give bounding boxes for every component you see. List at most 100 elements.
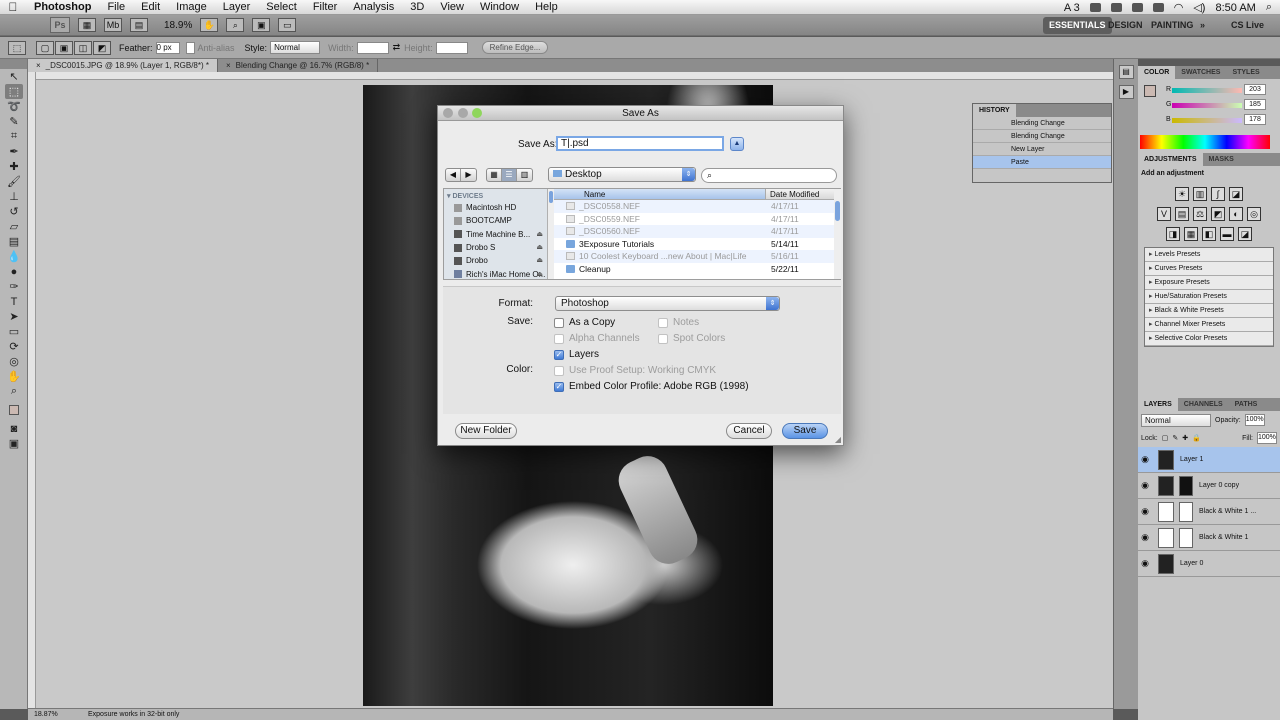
dodge-icon[interactable]: ● [5, 264, 23, 279]
width-input[interactable] [356, 41, 389, 54]
refine-edge-button[interactable]: Refine Edge... [481, 41, 549, 54]
preset-item[interactable]: Black & White Presets [1145, 304, 1273, 318]
vertical-ruler[interactable] [28, 72, 36, 708]
spot-healing-icon[interactable]: ✚ [5, 159, 23, 174]
b-slider[interactable] [1172, 118, 1242, 123]
r-slider[interactable] [1172, 88, 1242, 93]
preset-item[interactable]: Exposure Presets [1145, 276, 1273, 290]
adobe-tray-text[interactable]: A 3 [1064, 2, 1080, 14]
list-item[interactable]: _DSC0558.NEF 4/17/11 [554, 200, 841, 213]
menu-file[interactable]: File [99, 1, 133, 13]
eye-icon[interactable]: ◉ [1138, 454, 1152, 465]
as-copy-checkbox[interactable]: As a Copy [554, 317, 615, 328]
menu-edit[interactable]: Edit [133, 1, 168, 13]
menu-analysis[interactable]: Analysis [345, 1, 402, 13]
status-zoom[interactable]: 18.87% [28, 709, 68, 720]
quick-mask-icon[interactable]: ◙ [5, 421, 23, 436]
rectangular-marquee-icon[interactable]: ⬚ [5, 84, 23, 99]
workspace-painting[interactable]: PAINTING [1145, 17, 1199, 34]
opacity-input[interactable]: 100% [1244, 414, 1265, 426]
subtract-selection-icon[interactable]: ◫ [74, 40, 92, 55]
lock-transparent-icon[interactable]: ▢ [1162, 434, 1169, 442]
menu-layer[interactable]: Layer [215, 1, 259, 13]
channel-mixer-icon[interactable]: ◎ [1247, 207, 1261, 221]
screen-mode-icon[interactable]: ▭ [278, 18, 297, 32]
black-white-icon[interactable]: ◩ [1211, 207, 1225, 221]
path-selection-icon[interactable]: ➤ [5, 309, 23, 324]
tab-channels[interactable]: CHANNELS [1178, 398, 1229, 411]
mini-bridge-icon[interactable]: Mb [104, 18, 122, 32]
layer-row[interactable]: ◉ Layer 0 [1138, 551, 1280, 577]
color-swatches-icon[interactable] [5, 399, 23, 421]
tab-layers[interactable]: LAYERS [1138, 398, 1178, 411]
levels-icon[interactable]: ▥ [1193, 187, 1207, 201]
hue-saturation-icon[interactable]: ▤ [1175, 207, 1189, 221]
menu-3d[interactable]: 3D [402, 1, 432, 13]
lasso-icon[interactable]: ➰ [5, 99, 23, 114]
tray-icon[interactable] [1131, 3, 1143, 12]
sidebar-item-device[interactable]: BOOTCAMP [444, 214, 547, 227]
history-state[interactable]: Blending Change [973, 130, 1111, 143]
shape-icon[interactable]: ▭ [5, 324, 23, 339]
menu-view[interactable]: View [432, 1, 472, 13]
layer-mask-thumbnail[interactable] [1179, 501, 1193, 522]
eject-icon[interactable]: ⏏ [536, 268, 543, 279]
history-state[interactable]: Blending Change [973, 117, 1111, 130]
menu-photoshop[interactable]: Photoshop [26, 1, 99, 13]
apple-menu-icon[interactable]:  [0, 0, 26, 14]
r-value[interactable]: 203 [1244, 84, 1266, 95]
eye-icon[interactable]: ◉ [1138, 480, 1152, 491]
workspace-design[interactable]: DESIGN [1102, 17, 1149, 34]
cancel-button[interactable]: Cancel [726, 423, 772, 439]
invert-icon[interactable]: ◨ [1166, 227, 1180, 241]
volume-icon[interactable]: ◁) [1193, 1, 1205, 14]
spotlight-icon[interactable]: ⌕ [1266, 1, 1272, 14]
layer-row[interactable]: ◉ Black & White 1 ... [1138, 499, 1280, 525]
tab-swatches[interactable]: SWATCHES [1175, 66, 1226, 79]
lock-image-icon[interactable]: ✎ [1172, 434, 1178, 442]
tab-color[interactable]: COLOR [1138, 66, 1176, 79]
zoom-window-icon[interactable] [472, 108, 482, 118]
menu-filter[interactable]: Filter [305, 1, 345, 13]
zoom-level[interactable]: 18.9% [164, 20, 192, 31]
menu-help[interactable]: Help [527, 1, 566, 13]
sidebar-item-device[interactable]: Time Machine B... ⏏ [444, 228, 547, 241]
sidebar-item-device[interactable]: Rich's iMac Home O... ⏏ [444, 267, 547, 279]
vibrance-icon[interactable]: V [1157, 207, 1171, 221]
sidebar-item-device[interactable]: Drobo ⏏ [444, 254, 547, 267]
minimize-window-icon[interactable] [458, 108, 468, 118]
column-view-icon[interactable]: ▥ [517, 169, 532, 181]
exposure-icon[interactable]: ◪ [1229, 187, 1243, 201]
launch-bridge-icon[interactable]: ▦ [78, 18, 96, 32]
history-state[interactable]: Paste [973, 156, 1111, 169]
history-panel-icon[interactable]: ▤ [1118, 65, 1134, 79]
checkbox-box[interactable] [554, 317, 564, 328]
wifi-icon[interactable]: ◠ [1174, 1, 1184, 14]
icon-view-icon[interactable]: ▦ [487, 169, 502, 181]
eyedropper-icon[interactable]: ✒ [5, 144, 23, 159]
preset-item[interactable]: Selective Color Presets [1145, 332, 1273, 346]
tray-icon[interactable] [1152, 3, 1164, 12]
layer-mask-thumbnail[interactable] [1179, 527, 1193, 548]
eject-icon[interactable]: ⏏ [536, 241, 543, 254]
list-item[interactable]: _DSC0559.NEF 4/17/11 [554, 213, 841, 226]
intersect-selection-icon[interactable]: ◩ [93, 40, 111, 55]
screen-mode-icon[interactable]: ▣ [5, 436, 23, 451]
3d-rotate-icon[interactable]: ⟳ [5, 339, 23, 354]
posterize-icon[interactable]: ▦ [1184, 227, 1198, 241]
tab-blending-change[interactable]: × Blending Change @ 16.7% (RGB/8) * [218, 59, 379, 72]
sidebar-item-device[interactable]: Drobo S ⏏ [444, 241, 547, 254]
menu-select[interactable]: Select [258, 1, 305, 13]
color-balance-icon[interactable]: ⚖ [1193, 207, 1207, 221]
close-tab-icon[interactable]: × [36, 61, 41, 70]
list-view-icon[interactable]: ☰ [502, 169, 517, 181]
list-item[interactable]: 3Exposure Tutorials 5/14/11 [554, 238, 841, 251]
list-item[interactable]: Cleanup 5/22/11 [554, 263, 841, 276]
gradient-icon[interactable]: ▤ [5, 234, 23, 249]
pen-icon[interactable]: ✑ [5, 279, 23, 294]
status-info[interactable]: Exposure works in 32-bit only [68, 709, 179, 720]
eject-icon[interactable]: ⏏ [536, 254, 543, 267]
marquee-preset-icon[interactable]: ⬚ [8, 40, 26, 55]
list-item[interactable]: _DSC0560.NEF 4/17/11 [554, 225, 841, 238]
lock-position-icon[interactable]: ✚ [1182, 434, 1188, 442]
